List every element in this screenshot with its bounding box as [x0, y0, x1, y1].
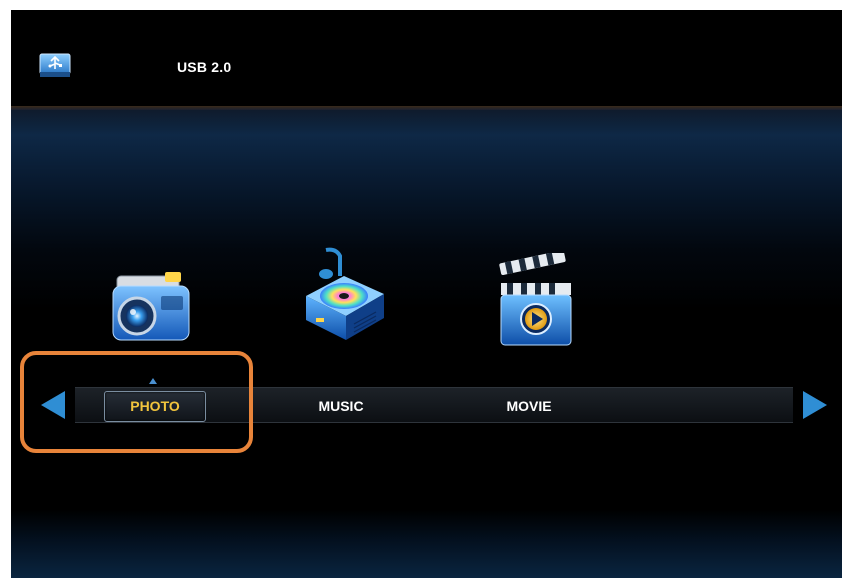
camera-icon[interactable] [107, 262, 197, 348]
clapperboard-icon[interactable] [493, 253, 581, 349]
usb-source-label: USB 2.0 [177, 59, 232, 75]
menu-item-movie[interactable]: MOVIE [499, 398, 559, 414]
menu-item-music[interactable]: MUSIC [311, 398, 371, 414]
music-player-icon[interactable] [296, 246, 392, 342]
right-arrow-icon[interactable] [803, 391, 827, 419]
header-divider [11, 106, 842, 110]
highlight-frame [20, 351, 253, 453]
media-player-screen: USB 2.0 PHOTO MUSIC MOVIE [11, 10, 842, 578]
top-bar: USB 2.0 [11, 10, 842, 106]
usb-drive-icon[interactable] [39, 52, 71, 78]
